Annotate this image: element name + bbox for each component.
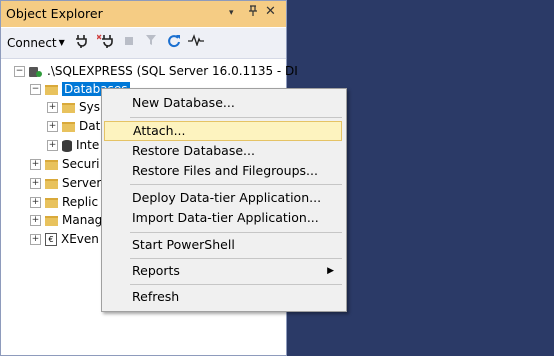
menu-item-import-dac[interactable]: Import Data-tier Application... xyxy=(104,208,342,228)
tree-node-server[interactable]: − .\SQLEXPRESS (SQL Server 16.0.1135 - DI xyxy=(14,62,298,80)
folder-icon xyxy=(45,159,58,170)
xevent-icon: € xyxy=(45,233,57,246)
expand-icon[interactable]: + xyxy=(47,121,58,132)
expand-icon[interactable]: + xyxy=(47,140,58,151)
folder-icon xyxy=(45,215,58,226)
collapse-icon[interactable]: − xyxy=(30,84,41,95)
folder-icon xyxy=(45,84,58,95)
tree-label: Inte xyxy=(76,138,100,152)
reports-label: Reports xyxy=(132,263,180,278)
tree-label: XEven xyxy=(61,232,99,246)
folder-icon xyxy=(62,102,75,113)
menu-item-attach[interactable]: Attach... xyxy=(104,121,342,141)
tree-node-security[interactable]: + Securi xyxy=(30,155,99,173)
tree-label: Server xyxy=(62,176,102,190)
tree-label: Securi xyxy=(62,157,100,171)
collapse-icon[interactable]: − xyxy=(14,66,25,77)
tree-label: Dat xyxy=(79,119,101,133)
connect-label: Connect xyxy=(7,36,57,50)
tree-label: Manag xyxy=(62,213,103,227)
menu-separator xyxy=(130,258,342,259)
plug-icon[interactable] xyxy=(73,34,89,50)
menu-separator xyxy=(130,284,342,285)
expand-icon[interactable]: + xyxy=(30,234,41,245)
auto-hide-pin-icon[interactable] xyxy=(248,5,258,20)
databases-context-menu: New Database... Attach... Restore Databa… xyxy=(101,88,347,312)
submenu-arrow-icon: ▶ xyxy=(327,266,334,276)
activity-monitor-icon[interactable] xyxy=(188,34,204,50)
connect-button[interactable]: Connect ▼ xyxy=(7,36,65,50)
window-position-dropdown-icon[interactable]: ▾ xyxy=(229,8,234,18)
close-icon[interactable]: ✕ xyxy=(265,4,276,19)
menu-item-start-powershell[interactable]: Start PowerShell xyxy=(104,235,342,255)
menu-item-refresh[interactable]: Refresh xyxy=(104,287,342,307)
tree-label: Sys xyxy=(79,100,100,114)
folder-icon xyxy=(45,197,58,208)
panel-title: Object Explorer xyxy=(6,6,103,21)
menu-item-deploy-dac[interactable]: Deploy Data-tier Application... xyxy=(104,188,342,208)
object-explorer-toolbar: Connect ▼ xyxy=(1,28,286,59)
tree-label: Replic xyxy=(62,195,99,209)
tree-node-system-databases[interactable]: + Sys xyxy=(47,98,100,116)
refresh-icon[interactable] xyxy=(166,34,182,50)
menu-separator xyxy=(130,232,342,233)
disconnect-icon[interactable] xyxy=(96,34,113,50)
database-icon xyxy=(62,139,72,152)
menu-item-restore-database[interactable]: Restore Database... xyxy=(104,141,342,161)
menu-item-new-database[interactable]: New Database... xyxy=(104,93,342,113)
filter-icon[interactable] xyxy=(143,34,159,50)
menu-separator xyxy=(130,117,342,118)
server-label: .\SQLEXPRESS (SQL Server 16.0.1135 - DI xyxy=(47,64,298,78)
tree-node-server-objects[interactable]: + Server xyxy=(30,174,101,192)
tree-node-replication[interactable]: + Replic xyxy=(30,193,98,211)
expand-icon[interactable]: + xyxy=(30,178,41,189)
expand-icon[interactable]: + xyxy=(47,102,58,113)
tree-node-database-snapshots[interactable]: + Dat xyxy=(47,117,100,135)
expand-icon[interactable]: + xyxy=(30,159,41,170)
server-icon xyxy=(29,66,43,78)
menu-item-restore-files[interactable]: Restore Files and Filegroups... xyxy=(104,161,342,181)
folder-icon xyxy=(45,178,58,189)
tree-node-database[interactable]: + Inte xyxy=(47,136,99,154)
tree-node-xevent-profiler[interactable]: + € XEven xyxy=(30,230,99,248)
panel-title-bar: Object Explorer ▾ ✕ xyxy=(1,1,286,27)
tree-node-management[interactable]: + Manag xyxy=(30,211,102,229)
expand-icon[interactable]: + xyxy=(30,215,41,226)
chevron-down-icon: ▼ xyxy=(58,38,65,47)
folder-icon xyxy=(62,121,75,132)
stop-icon[interactable] xyxy=(121,34,137,50)
menu-separator xyxy=(130,184,342,185)
menu-item-reports[interactable]: Reports ▶ xyxy=(104,261,342,281)
expand-icon[interactable]: + xyxy=(30,197,41,208)
